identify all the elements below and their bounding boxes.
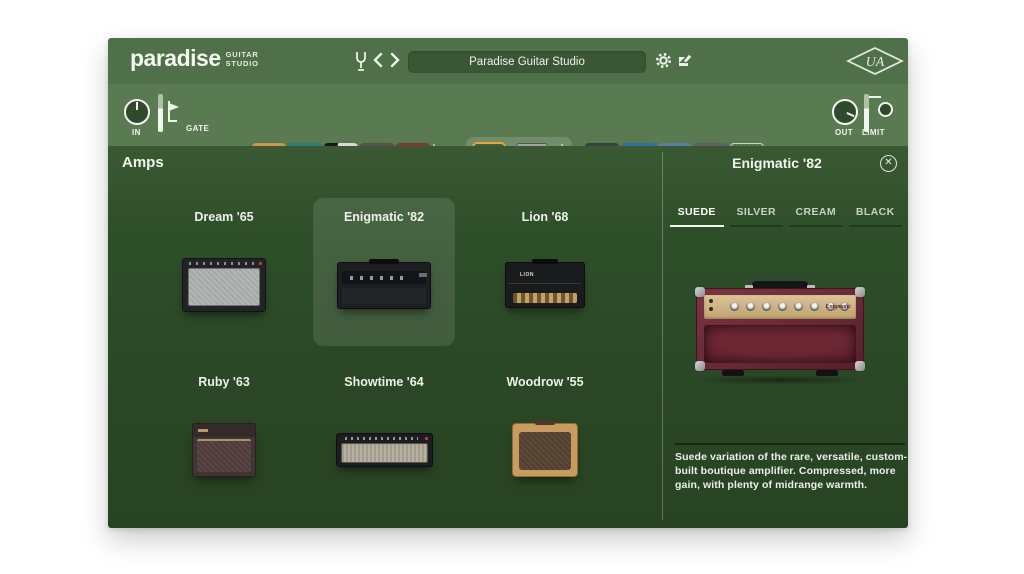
amp-name: Dream '65 [194, 210, 253, 224]
gate-slider[interactable] [158, 94, 163, 132]
svg-text:UA: UA [866, 55, 885, 70]
variation-tabs: SUEDE SILVER CREAM BLACK [670, 206, 902, 227]
amp-name: Lion '68 [522, 210, 569, 224]
amp-name: Enigmatic '82 [344, 210, 424, 224]
amp-description: Suede variation of the rare, versatile, … [675, 451, 908, 493]
amp-name: Woodrow '55 [506, 375, 583, 389]
detail-panel-title: Enigmatic '82 [662, 155, 892, 171]
amp-control-panel: Enigmatic [704, 295, 856, 319]
amp-name: Showtime '64 [344, 375, 423, 389]
edit-icon[interactable] [677, 52, 697, 74]
amp-thumbnail-enigmatic [337, 262, 431, 309]
header-bar: paradise GUITAR STUDIO Paradise Guitar [108, 38, 908, 85]
gear-icon[interactable] [655, 52, 675, 74]
panel-divider [662, 152, 663, 520]
limit-label: LIMIT [862, 128, 885, 137]
input-label: IN [132, 128, 141, 137]
limit-knob[interactable] [878, 102, 893, 117]
amp-thumbnail-showtime [336, 433, 433, 467]
tab-silver[interactable]: SILVER [730, 206, 784, 227]
amp-card-enigmatic[interactable]: Enigmatic '82 [313, 198, 455, 346]
amp-name: Ruby '63 [198, 375, 250, 389]
main-area: Amps Dream '65 Enigmatic '82 [108, 146, 908, 528]
gate-label: GATE [186, 124, 209, 133]
preset-display[interactable]: Paradise Guitar Studio [408, 51, 646, 73]
detail-amp-image: Enigmatic [696, 281, 864, 385]
amp-grille [704, 325, 856, 363]
lion-badge: LION [520, 272, 534, 278]
signal-chain-strip: IN GATE [108, 84, 908, 147]
brand-subtitle: GUITAR STUDIO [226, 51, 259, 68]
brand-name: paradise [130, 47, 221, 70]
description-divider [675, 443, 905, 445]
ua-logo[interactable]: UA [846, 46, 904, 76]
brand-logo: paradise GUITAR STUDIO [130, 47, 259, 70]
tab-black[interactable]: BLACK [849, 206, 903, 227]
amp-card-ruby[interactable]: Ruby '63 [153, 363, 295, 511]
amp-thumbnail-ruby [192, 423, 256, 477]
amp-thumbnail-woodrow [512, 423, 578, 477]
output-label: OUT [835, 128, 853, 137]
limit-link-line [869, 96, 881, 98]
amp-card-showtime[interactable]: Showtime '64 [313, 363, 455, 511]
tab-cream[interactable]: CREAM [789, 206, 843, 227]
limit-slider[interactable] [864, 94, 869, 132]
amp-card-lion[interactable]: Lion '68 LION [474, 198, 616, 346]
input-knob[interactable] [124, 99, 150, 125]
tab-suede[interactable]: SUEDE [670, 206, 724, 227]
amp-thumbnail-dream [182, 258, 266, 312]
close-icon[interactable]: ✕ [880, 155, 897, 172]
amp-card-dream[interactable]: Dream '65 [153, 198, 295, 346]
screenshot-stage: paradise GUITAR STUDIO Paradise Guitar [0, 0, 1024, 574]
gate-icon [167, 99, 185, 125]
preset-name: Paradise Guitar Studio [469, 56, 585, 68]
next-preset-button[interactable] [389, 52, 409, 74]
plugin-window: paradise GUITAR STUDIO Paradise Guitar [108, 38, 908, 528]
amp-card-woodrow[interactable]: Woodrow '55 [474, 363, 616, 511]
amp-body: Enigmatic [696, 288, 864, 370]
tuner-icon[interactable] [351, 50, 371, 72]
amp-logo-badge: Enigmatic [825, 304, 851, 310]
amp-thumbnail-lion: LION [505, 262, 585, 308]
amps-panel-title: Amps [122, 154, 164, 171]
output-knob[interactable] [832, 99, 858, 125]
